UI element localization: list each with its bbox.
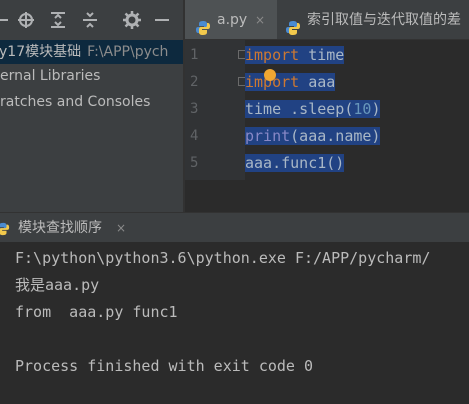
line-number: 3 (190, 101, 199, 117)
run-config-title[interactable]: 模块查找顺序 (18, 213, 102, 243)
run-tool-window-header: 模块查找顺序 × (0, 212, 469, 242)
tree-item-scratches[interactable]: ratches and Consoles (0, 90, 150, 114)
line-number: 5 (190, 155, 199, 171)
code-token: ) (371, 100, 381, 118)
line-number-gutter: 1 2 3 4 5 (185, 40, 245, 180)
tab-a-py[interactable]: a.py × (185, 0, 277, 39)
code-token: time .sleep( (245, 100, 354, 118)
python-file-icon (195, 12, 211, 35)
close-icon[interactable]: × (116, 213, 126, 243)
console-line: 我是aaa.py (15, 276, 100, 294)
code-line: import time (245, 42, 345, 69)
expand-all-icon[interactable] (48, 10, 68, 30)
code-line: time .sleep(10) (245, 96, 381, 123)
python-run-icon (0, 221, 10, 236)
code-editor[interactable]: import time import aaa time .sleep(10) p… (245, 40, 469, 180)
console-line: Process finished with exit code 0 (15, 357, 314, 375)
line-number: 2 (190, 74, 199, 90)
line-number: 4 (190, 128, 199, 144)
tab-label: a.py (217, 12, 248, 28)
code-line: aaa.func1() (245, 150, 345, 177)
code-token: aaa.func1() (245, 154, 345, 172)
console-line: F:\python\python3.6\python.exe F:/APP/py… (15, 249, 431, 267)
close-icon[interactable]: × (255, 0, 265, 39)
run-console[interactable]: F:\python\python3.6\python.exe F:/APP/py… (0, 242, 469, 404)
project-root-label: y17模块基础 (0, 44, 82, 60)
project-panel: y17模块基础 F:\APP\pych ernal Libraries ratch… (0, 0, 183, 212)
project-toolbar (0, 0, 183, 40)
code-line: import aaa (245, 69, 336, 96)
console-line: from aaa.py func1 (15, 303, 178, 321)
editor-empty-area (185, 180, 469, 212)
line-number: 1 (190, 47, 199, 63)
tab-index-iteration[interactable]: 索引取值与迭代取值的差 (281, 0, 469, 39)
code-token: (aaa.name) (290, 127, 381, 145)
tree-item-label: ernal Libraries (0, 68, 101, 84)
editor-tab-bar: a.py × 索引取值与迭代取值的差 (185, 0, 469, 40)
hide-panel-icon[interactable] (152, 10, 172, 30)
keyword-token: import (245, 46, 300, 64)
tab-label: 索引取值与迭代取值的差 (307, 12, 461, 28)
collapse-all-icon[interactable] (80, 10, 100, 30)
intention-bulb-icon[interactable] (264, 69, 276, 81)
tree-item-project-root[interactable]: y17模块基础 F:\APP\pych (0, 40, 183, 64)
code-line: print(aaa.name) (245, 123, 381, 150)
code-token: time (299, 46, 345, 64)
tree-item-external-libraries[interactable]: ernal Libraries (0, 64, 100, 88)
project-root-path: F:\APP\pych (87, 44, 169, 60)
locate-icon[interactable] (16, 10, 36, 30)
builtin-token: print (245, 127, 291, 145)
python-file-icon (285, 12, 301, 35)
code-token: aaa (299, 73, 336, 91)
number-token: 10 (353, 100, 372, 118)
gear-icon[interactable] (122, 10, 142, 30)
tree-item-label: ratches and Consoles (0, 94, 151, 110)
